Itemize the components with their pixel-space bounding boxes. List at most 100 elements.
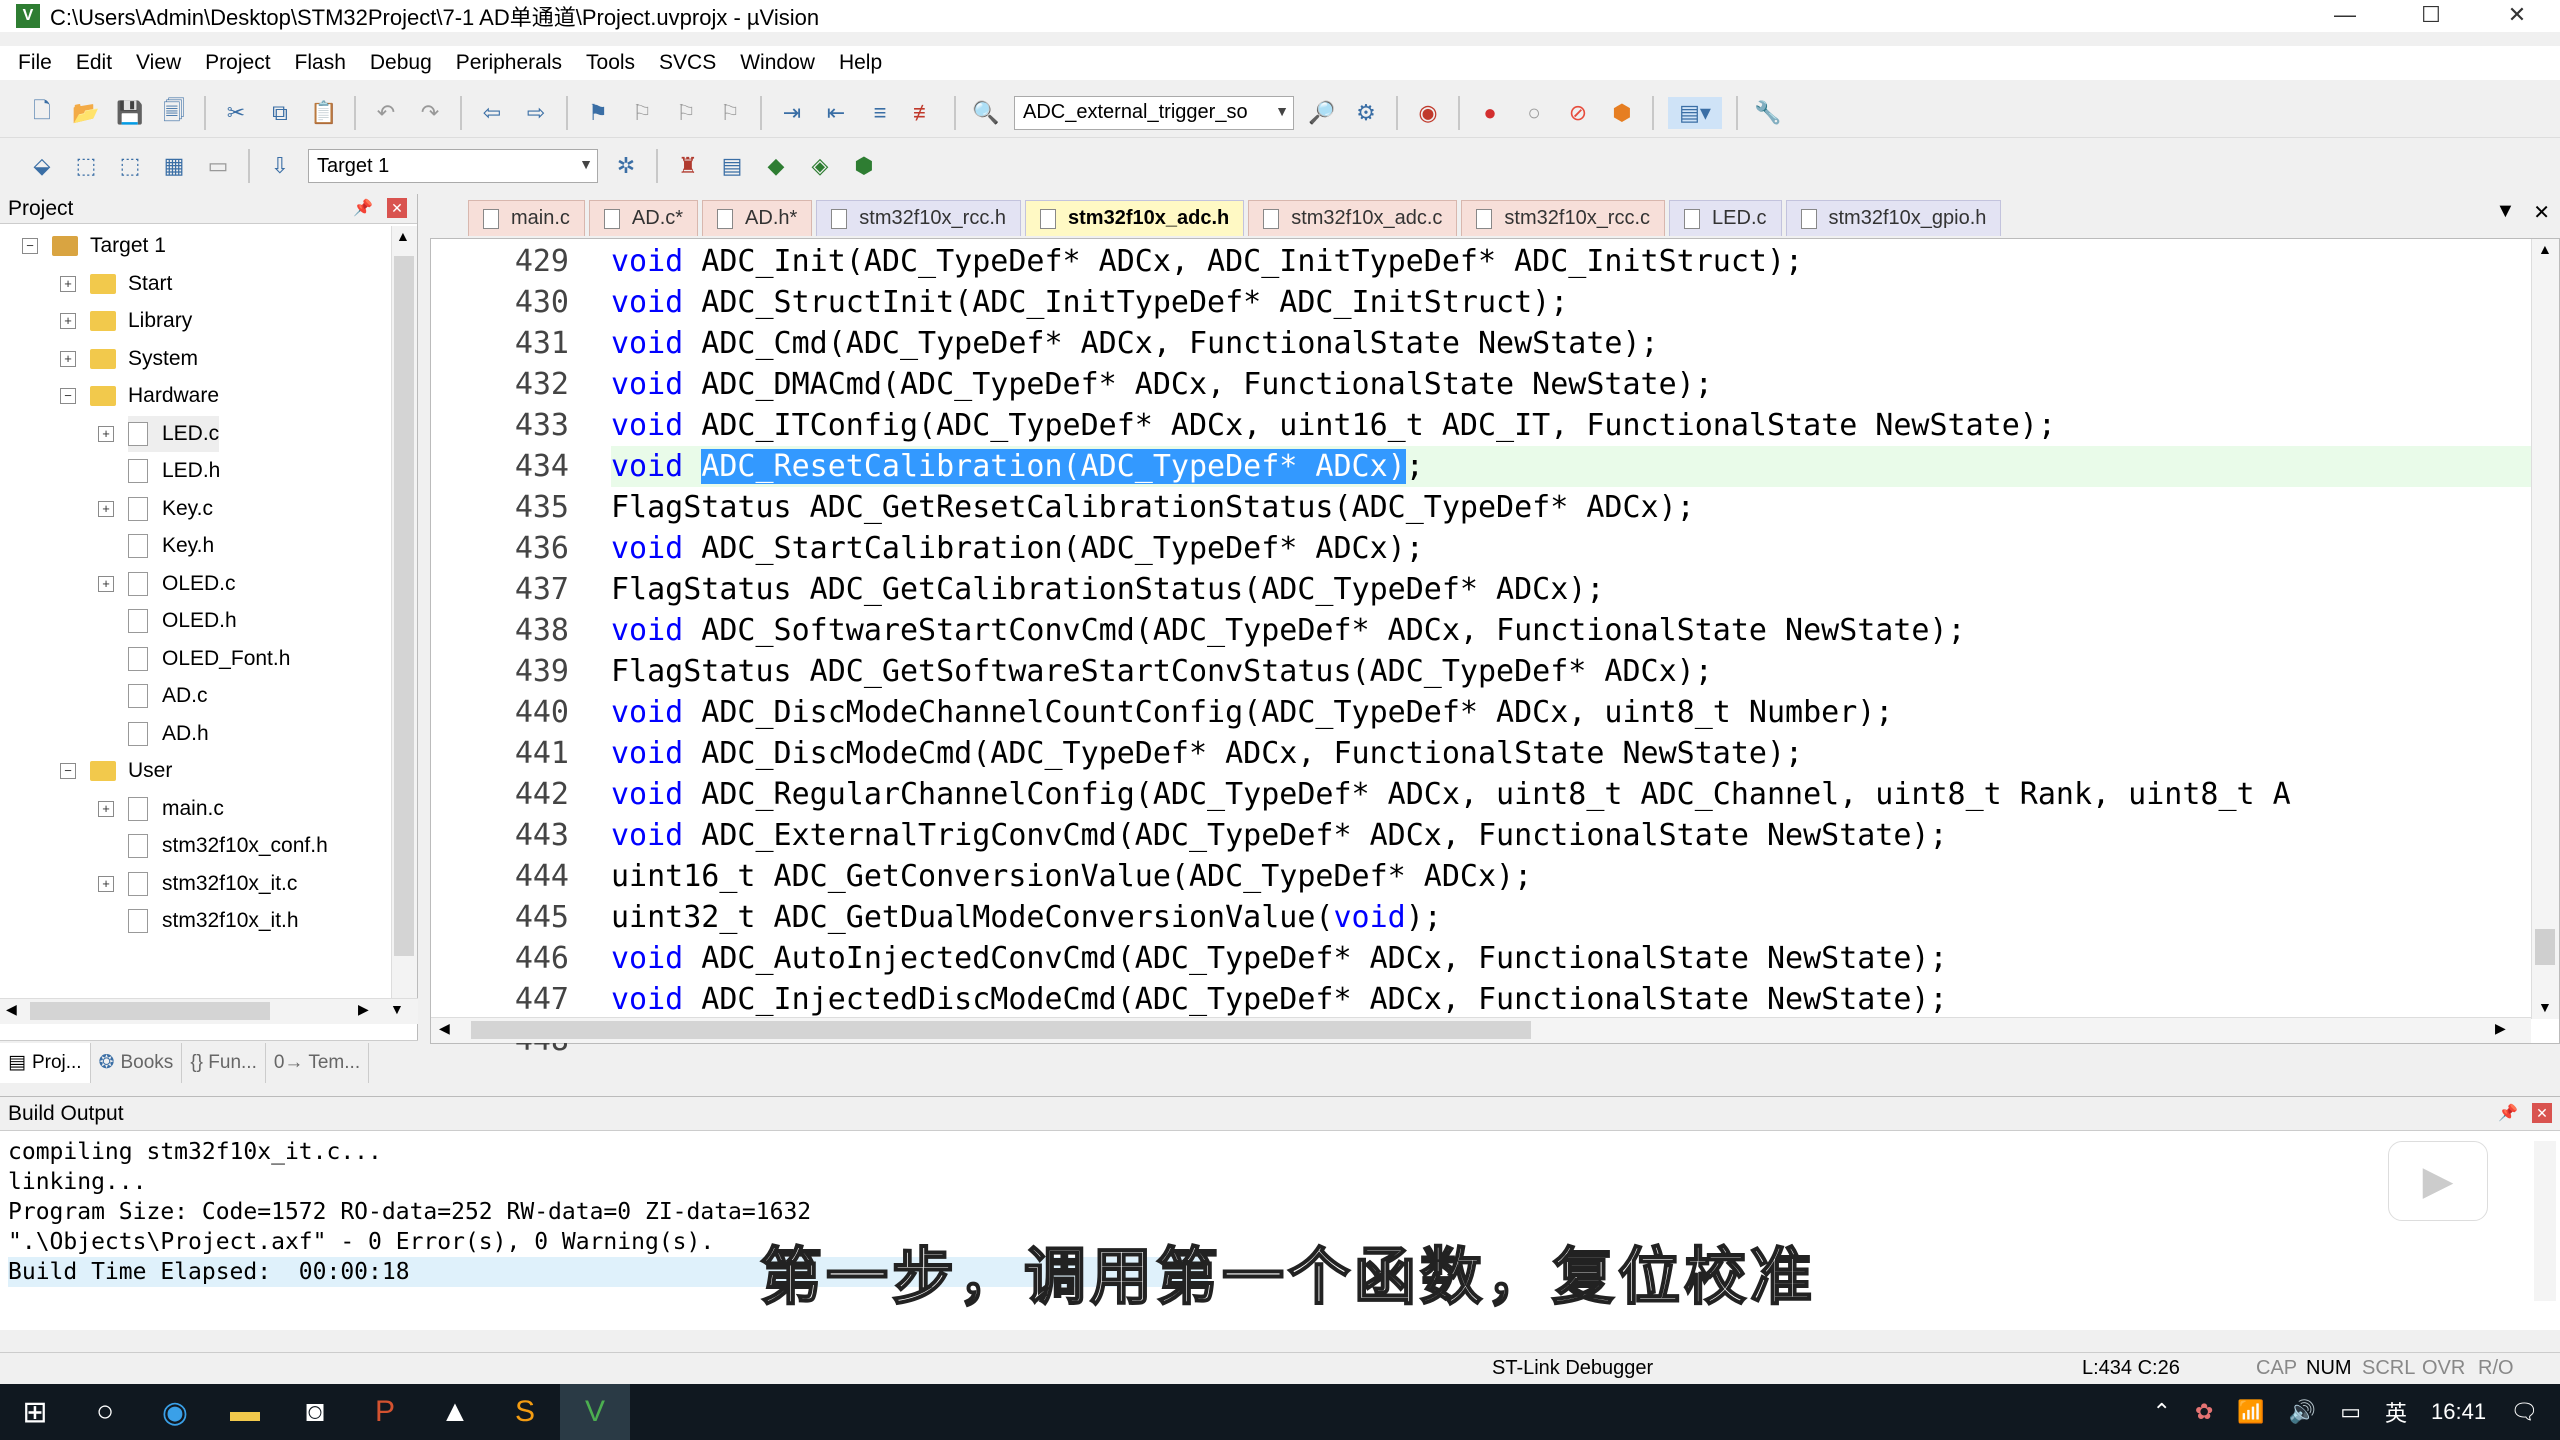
editor-tab[interactable]: stm32f10x_adc.h — [1025, 200, 1245, 236]
menu-help[interactable]: Help — [827, 51, 894, 75]
scroll-down-icon[interactable]: ▼ — [390, 1001, 404, 1017]
tree-item[interactable]: AD.h — [128, 716, 209, 752]
camera-app-icon[interactable]: ◙ — [280, 1384, 350, 1440]
menu-window[interactable]: Window — [728, 51, 827, 75]
file-explorer-icon[interactable]: ▬ — [210, 1384, 280, 1440]
editor-horizontal-scrollbar[interactable]: ◀ ▶ — [431, 1017, 2531, 1043]
find-in-files-icon[interactable]: 🔍 — [970, 97, 1002, 129]
collapse-icon[interactable]: − — [60, 763, 76, 779]
translate-icon[interactable]: ⬙ — [26, 150, 58, 182]
windows-start-icon[interactable]: ⊞ — [0, 1384, 70, 1440]
editor-tab[interactable]: stm32f10x_rcc.h — [816, 200, 1022, 236]
code-line[interactable]: FlagStatus ADC_GetSoftwareStartConvStatu… — [611, 651, 2531, 692]
maximize-button[interactable]: ☐ — [2388, 0, 2474, 32]
build-icon[interactable]: ⬚ — [70, 150, 102, 182]
indent-icon[interactable]: ⇥ — [776, 97, 808, 129]
code-line[interactable]: void ADC_Init(ADC_TypeDef* ADCx, ADC_Ini… — [611, 241, 2531, 282]
code-line[interactable]: FlagStatus ADC_GetCalibrationStatus(ADC_… — [611, 569, 2531, 610]
tree-item[interactable]: stm32f10x_it.h — [128, 903, 299, 939]
scroll-up-icon[interactable]: ▲ — [2538, 241, 2552, 257]
manage-components-icon[interactable]: ▤ — [716, 150, 748, 182]
tree-item[interactable]: + Key.c — [98, 491, 213, 527]
redo-icon[interactable]: ↷ — [414, 97, 446, 129]
batch-build-icon[interactable]: ▦ — [158, 150, 190, 182]
notifications-icon[interactable]: 🗨 — [2510, 1399, 2538, 1425]
scroll-thumb[interactable] — [30, 1002, 270, 1020]
configure-icon[interactable]: 🔧 — [1752, 97, 1784, 129]
uvision-taskbar-icon[interactable]: V — [560, 1384, 630, 1440]
photos-icon[interactable]: ▲ — [420, 1384, 490, 1440]
code-line[interactable]: FlagStatus ADC_GetResetCalibrationStatus… — [611, 487, 2531, 528]
tree-item[interactable]: stm32f10x_conf.h — [128, 828, 328, 864]
navigate-back-icon[interactable]: ⇦ — [476, 97, 508, 129]
scroll-thumb[interactable] — [471, 1021, 1531, 1039]
close-icon[interactable]: ✕ — [387, 198, 407, 218]
code-line[interactable]: void ADC_StructInit(ADC_InitTypeDef* ADC… — [611, 282, 2531, 323]
editor-tab[interactable]: stm32f10x_gpio.h — [1785, 200, 2002, 236]
editor-tab[interactable]: main.c — [468, 200, 585, 236]
navigate-forward-icon[interactable]: ⇨ — [520, 97, 552, 129]
uncomment-icon[interactable]: ≢ — [908, 97, 940, 129]
find-combo[interactable]: ADC_external_trigger_so ▼ — [1014, 95, 1294, 130]
code-line[interactable]: void ADC_ResetCalibration(ADC_TypeDef* A… — [611, 446, 2531, 487]
close-icon[interactable]: ✕ — [2532, 1103, 2552, 1123]
kill-breakpoints-icon[interactable]: ⬢ — [1606, 97, 1638, 129]
save-all-icon[interactable]: 🗐 — [158, 97, 190, 129]
tree-item[interactable]: OLED_Font.h — [128, 641, 290, 677]
battery-icon[interactable]: ▭ — [2340, 1399, 2361, 1425]
close-tab-icon[interactable]: ✕ — [2533, 200, 2550, 225]
scroll-left-icon[interactable]: ◀ — [6, 1001, 17, 1018]
editor-tab[interactable]: AD.h* — [702, 200, 813, 236]
insert-breakpoint-icon[interactable]: ● — [1474, 97, 1506, 129]
code-line[interactable]: void ADC_DiscModeCmd(ADC_TypeDef* ADCx, … — [611, 733, 2531, 774]
expand-icon[interactable]: + — [60, 275, 76, 292]
editor-tab[interactable]: stm32f10x_adc.c — [1248, 200, 1458, 236]
chevron-down-icon[interactable]: ▼ — [1275, 103, 1289, 119]
download-icon[interactable]: ⇩ — [264, 150, 296, 182]
cut-icon[interactable]: ✂ — [220, 97, 252, 129]
code-line[interactable]: uint32_t ADC_GetDualModeConversionValue(… — [611, 897, 2531, 938]
project-tree-horizontal-scrollbar[interactable]: ◀ ▶ ▼ — [0, 998, 418, 1024]
tree-item[interactable]: Key.h — [128, 528, 214, 564]
menu-peripherals[interactable]: Peripherals — [444, 51, 574, 75]
start-debug-icon[interactable]: ◉ — [1412, 97, 1444, 129]
tree-item[interactable]: + OLED.c — [98, 566, 236, 602]
tree-item[interactable]: − Target 1 — [22, 228, 166, 264]
build-output-vertical-scrollbar[interactable] — [2534, 1141, 2556, 1301]
tree-item[interactable]: + main.c — [98, 791, 224, 827]
tree-item[interactable]: + LED.c — [98, 415, 220, 452]
expand-icon[interactable]: + — [98, 425, 114, 442]
open-file-icon[interactable]: 📂 — [70, 97, 102, 129]
code-line[interactable]: void ADC_AutoInjectedConvCmd(ADC_TypeDef… — [611, 938, 2531, 979]
tree-item[interactable]: AD.c — [128, 678, 208, 714]
menu-flash[interactable]: Flash — [283, 51, 358, 75]
code-line[interactable]: void ADC_StartCalibration(ADC_TypeDef* A… — [611, 528, 2531, 569]
volume-icon[interactable]: 🔊 — [2289, 1399, 2316, 1425]
tab-project[interactable]: ▤ Proj... — [0, 1042, 91, 1083]
new-file-icon[interactable]: 🗋 — [26, 97, 58, 129]
window-layout-icon[interactable]: ▤▾ — [1668, 96, 1722, 129]
clear-bookmarks-icon[interactable]: ⚐ — [714, 97, 746, 129]
code-line[interactable]: void ADC_ITConfig(ADC_TypeDef* ADCx, uin… — [611, 405, 2531, 446]
paste-icon[interactable]: 📋 — [308, 97, 340, 129]
undo-icon[interactable]: ↶ — [370, 97, 402, 129]
scroll-thumb[interactable] — [394, 256, 414, 956]
copy-icon[interactable]: ⧉ — [264, 97, 296, 129]
scroll-right-icon[interactable]: ▶ — [2495, 1020, 2506, 1037]
tree-item[interactable]: + Start — [60, 266, 172, 302]
tab-templates[interactable]: 0→ Tem... — [266, 1042, 370, 1083]
save-icon[interactable]: 💾 — [114, 97, 146, 129]
expand-icon[interactable]: + — [60, 350, 76, 367]
scroll-down-icon[interactable]: ▼ — [2538, 999, 2552, 1015]
tree-item[interactable]: + stm32f10x_it.c — [98, 866, 297, 902]
tree-item[interactable]: − Hardware — [60, 378, 219, 414]
edge-browser-icon[interactable]: ◉ — [140, 1384, 210, 1440]
tree-item[interactable]: OLED.h — [128, 603, 237, 639]
tray-expand-icon[interactable]: ⌃ — [2153, 1399, 2171, 1425]
powerpoint-icon[interactable]: P — [350, 1384, 420, 1440]
scroll-left-icon[interactable]: ◀ — [439, 1020, 450, 1037]
menu-debug[interactable]: Debug — [358, 51, 444, 75]
expand-icon[interactable]: + — [98, 875, 114, 892]
code-line[interactable]: void ADC_RegularChannelConfig(ADC_TypeDe… — [611, 774, 2531, 815]
target-options-icon[interactable]: ✲ — [610, 150, 642, 182]
